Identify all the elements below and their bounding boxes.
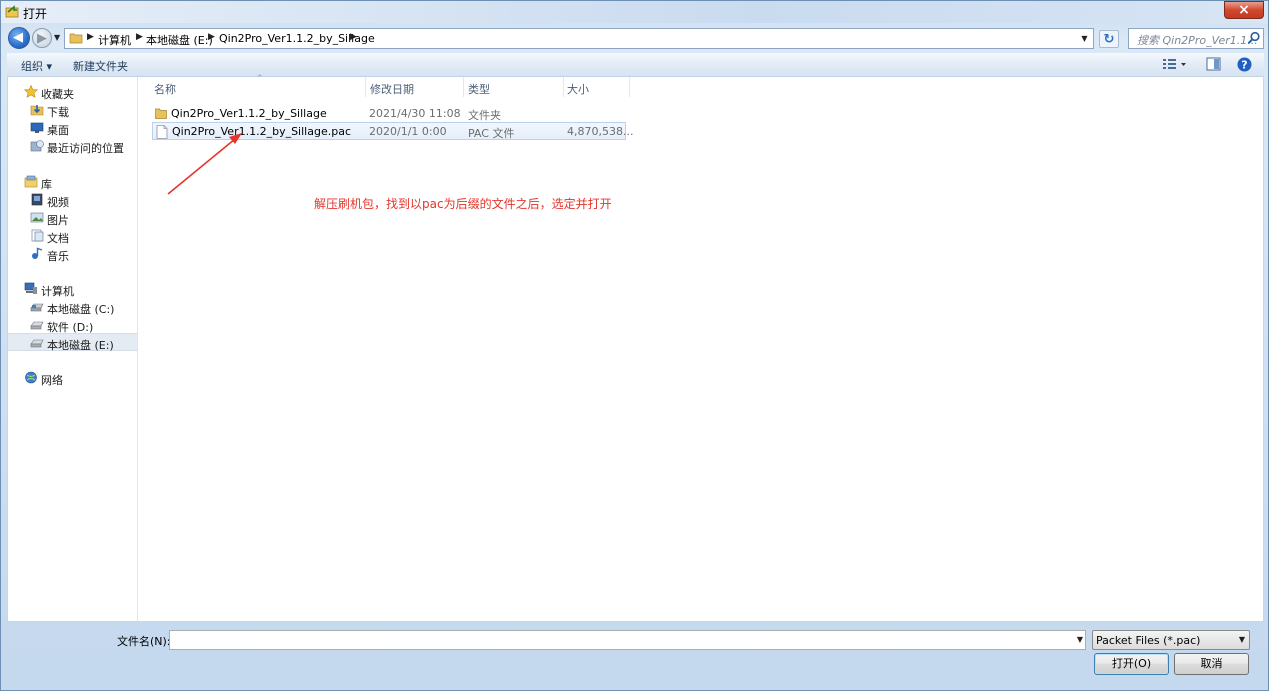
pictures-icon: [30, 212, 44, 223]
sidebar-item-documents[interactable]: 文档: [8, 227, 137, 245]
sidebar-item-computer[interactable]: 计算机: [8, 280, 137, 298]
refresh-button[interactable]: ↻: [1099, 30, 1119, 48]
breadcrumb-separator-icon[interactable]: ▶: [87, 32, 94, 42]
title-bar[interactable]: 打开 ×: [1, 1, 1268, 23]
video-icon: [31, 193, 43, 206]
breadcrumb-separator-icon[interactable]: ▶: [136, 32, 143, 42]
address-bar[interactable]: ▶ 计算机 ▶ 本地磁盘 (E:) ▶ Qin2Pro_Ver1.1.2_by_…: [64, 28, 1094, 49]
download-folder-icon: [30, 105, 44, 116]
sidebar-item-desktop[interactable]: 桌面: [8, 119, 137, 137]
breadcrumb-computer[interactable]: 计算机: [98, 32, 131, 48]
chevron-down-icon[interactable]: ▼: [1077, 635, 1083, 644]
open-button[interactable]: 打开(O): [1094, 653, 1169, 675]
sidebar-item-recent[interactable]: 最近访问的位置: [8, 137, 137, 155]
svg-text:?: ?: [1241, 59, 1247, 72]
sidebar-item-label: 最近访问的位置: [47, 142, 124, 155]
forward-button[interactable]: ▶: [32, 28, 52, 48]
sidebar-item-label: 收藏夹: [41, 88, 74, 101]
history-dropdown-icon[interactable]: ▼: [54, 33, 60, 42]
recent-places-icon: [30, 140, 44, 152]
arrow-right-icon: ▶: [37, 31, 47, 46]
sidebar-item-label: 文档: [47, 232, 69, 245]
sidebar-item-drive-c[interactable]: 本地磁盘 (C:): [8, 298, 137, 316]
address-dropdown-icon[interactable]: ▼: [1076, 29, 1093, 48]
command-toolbar: 组织 ▾ 新建文件夹 ?: [7, 53, 1264, 77]
column-divider[interactable]: [463, 77, 464, 97]
filename-label: 文件名(N):: [117, 635, 171, 648]
annotation-text: 解压刷机包，找到以pac为后缀的文件之后，选定并打开: [314, 197, 612, 211]
computer-icon: [24, 282, 37, 294]
dialog-title: 打开: [23, 7, 48, 21]
breadcrumb-separator-icon[interactable]: ▶: [350, 32, 357, 42]
sidebar-item-drive-d[interactable]: 软件 (D:): [8, 316, 137, 334]
search-placeholder: 搜索 Qin2Pro_Ver1.1...: [1137, 34, 1258, 47]
column-header-type[interactable]: 类型: [468, 81, 490, 97]
star-icon: [24, 85, 38, 98]
new-folder-button[interactable]: 新建文件夹: [73, 58, 128, 74]
main-pane: 收藏夹 下载 桌面 最近访问的位置 库 视频 图片 文档 音乐 计算机 本地磁盘…: [7, 74, 1264, 622]
library-icon: [24, 175, 38, 188]
file-type-filter[interactable]: Packet Files (*.pac) ▼: [1092, 630, 1250, 650]
sidebar-item-label: 本地磁盘 (C:): [47, 303, 115, 316]
sidebar-item-label: 下载: [47, 106, 69, 119]
sidebar-item-pictures[interactable]: 图片: [8, 209, 137, 227]
search-input[interactable]: 搜索 Qin2Pro_Ver1.1...: [1128, 28, 1264, 49]
file-type-filter-value: Packet Files (*.pac): [1096, 634, 1201, 647]
sidebar-item-label: 音乐: [47, 250, 69, 263]
chevron-down-icon: ▼: [1238, 635, 1245, 644]
sidebar-item-favorites[interactable]: 收藏夹: [8, 83, 137, 101]
column-divider[interactable]: [563, 77, 564, 97]
sidebar-item-label: 库: [41, 178, 52, 191]
navigation-bar: ◀ ▶ ▼ ▶ 计算机 ▶ 本地磁盘 (E:) ▶ Qin2Pro_Ver1.1…: [1, 25, 1268, 51]
view-options-icon[interactable]: [1162, 57, 1188, 71]
dialog-icon: [5, 5, 19, 18]
sidebar-item-videos[interactable]: 视频: [8, 191, 137, 209]
arrow-left-icon: ◀: [13, 30, 23, 45]
breadcrumb-drive-e[interactable]: 本地磁盘 (E:): [146, 32, 213, 48]
open-file-dialog: 打开 × ◀ ▶ ▼ ▶ 计算机 ▶ 本地磁盘 (E:) ▶ Qin2Pro_V…: [0, 0, 1269, 691]
sidebar-item-downloads[interactable]: 下载: [8, 101, 137, 119]
sidebar-item-libraries[interactable]: 库: [8, 173, 137, 191]
column-header-size[interactable]: 大小: [567, 81, 589, 97]
sidebar-item-label: 桌面: [47, 124, 69, 137]
help-icon[interactable]: ?: [1237, 57, 1252, 72]
navigation-pane: 收藏夹 下载 桌面 最近访问的位置 库 视频 图片 文档 音乐 计算机 本地磁盘…: [8, 77, 138, 621]
folder-icon: [69, 33, 83, 44]
sidebar-item-label: 网络: [41, 374, 63, 387]
sidebar-item-drive-e[interactable]: 本地磁盘 (E:): [8, 333, 137, 352]
sidebar-item-music[interactable]: 音乐: [8, 245, 137, 263]
cancel-button[interactable]: 取消: [1174, 653, 1249, 675]
sidebar-item-network[interactable]: 网络: [8, 369, 137, 387]
drive-icon: [30, 321, 44, 330]
preview-pane-icon[interactable]: [1206, 57, 1221, 71]
annotation-arrow: [167, 133, 242, 195]
file-type: 文件夹: [468, 109, 501, 122]
sidebar-item-label: 计算机: [41, 285, 74, 298]
sidebar-item-label: 视频: [47, 196, 69, 209]
organize-button[interactable]: 组织 ▾: [21, 58, 52, 74]
search-icon[interactable]: [1247, 31, 1261, 45]
drive-icon: [30, 339, 44, 348]
filename-input[interactable]: ▼: [169, 630, 1086, 650]
breadcrumb-separator-icon[interactable]: ▶: [208, 32, 215, 42]
sidebar-item-label: 本地磁盘 (E:): [47, 339, 114, 352]
dialog-footer: 文件名(N): ▼ Packet Files (*.pac) ▼ 打开(O) 取…: [1, 622, 1268, 691]
close-button[interactable]: ×: [1224, 1, 1264, 19]
back-button[interactable]: ◀: [8, 27, 30, 49]
file-type: PAC 文件: [468, 127, 515, 140]
music-icon: [32, 247, 43, 259]
desktop-icon: [30, 122, 44, 133]
file-size: 4,870,538...: [567, 125, 634, 138]
file-list: ⌃ 名称 修改日期 类型 大小 Qin2Pro_Ver1.1.2_by_Sill…: [139, 74, 1263, 621]
sidebar-item-label: 图片: [47, 214, 69, 227]
documents-icon: [31, 229, 44, 242]
network-icon: [25, 371, 37, 384]
column-divider[interactable]: [629, 77, 630, 97]
drive-icon: [30, 303, 44, 312]
